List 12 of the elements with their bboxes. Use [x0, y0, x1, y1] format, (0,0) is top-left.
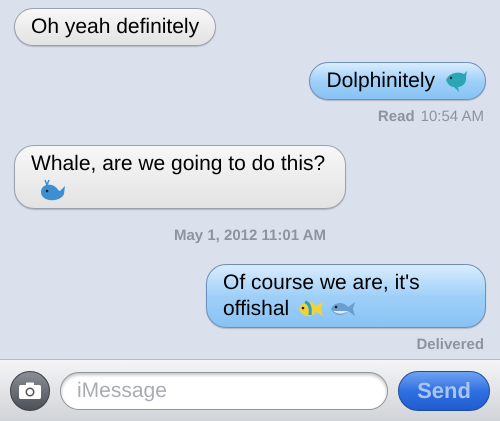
message-bubble: Dolphinitely	[309, 62, 486, 100]
timestamp: May 1, 2012 11:01 AM	[174, 226, 326, 246]
message-bubble: Whale, are we going to do this?	[14, 144, 346, 210]
message-bubble: Of course we are, it's offishal	[206, 264, 486, 328]
message-field[interactable]: iMessage	[60, 372, 388, 410]
status-time: 10:54 AM	[420, 107, 484, 128]
status-label: Read	[378, 107, 415, 128]
send-button[interactable]: Send	[398, 370, 490, 410]
status-label: Delivered	[416, 334, 484, 355]
camera-button[interactable]	[10, 370, 50, 410]
camera-icon	[18, 382, 42, 400]
message-bubble: Oh yeah definitely	[14, 8, 216, 46]
